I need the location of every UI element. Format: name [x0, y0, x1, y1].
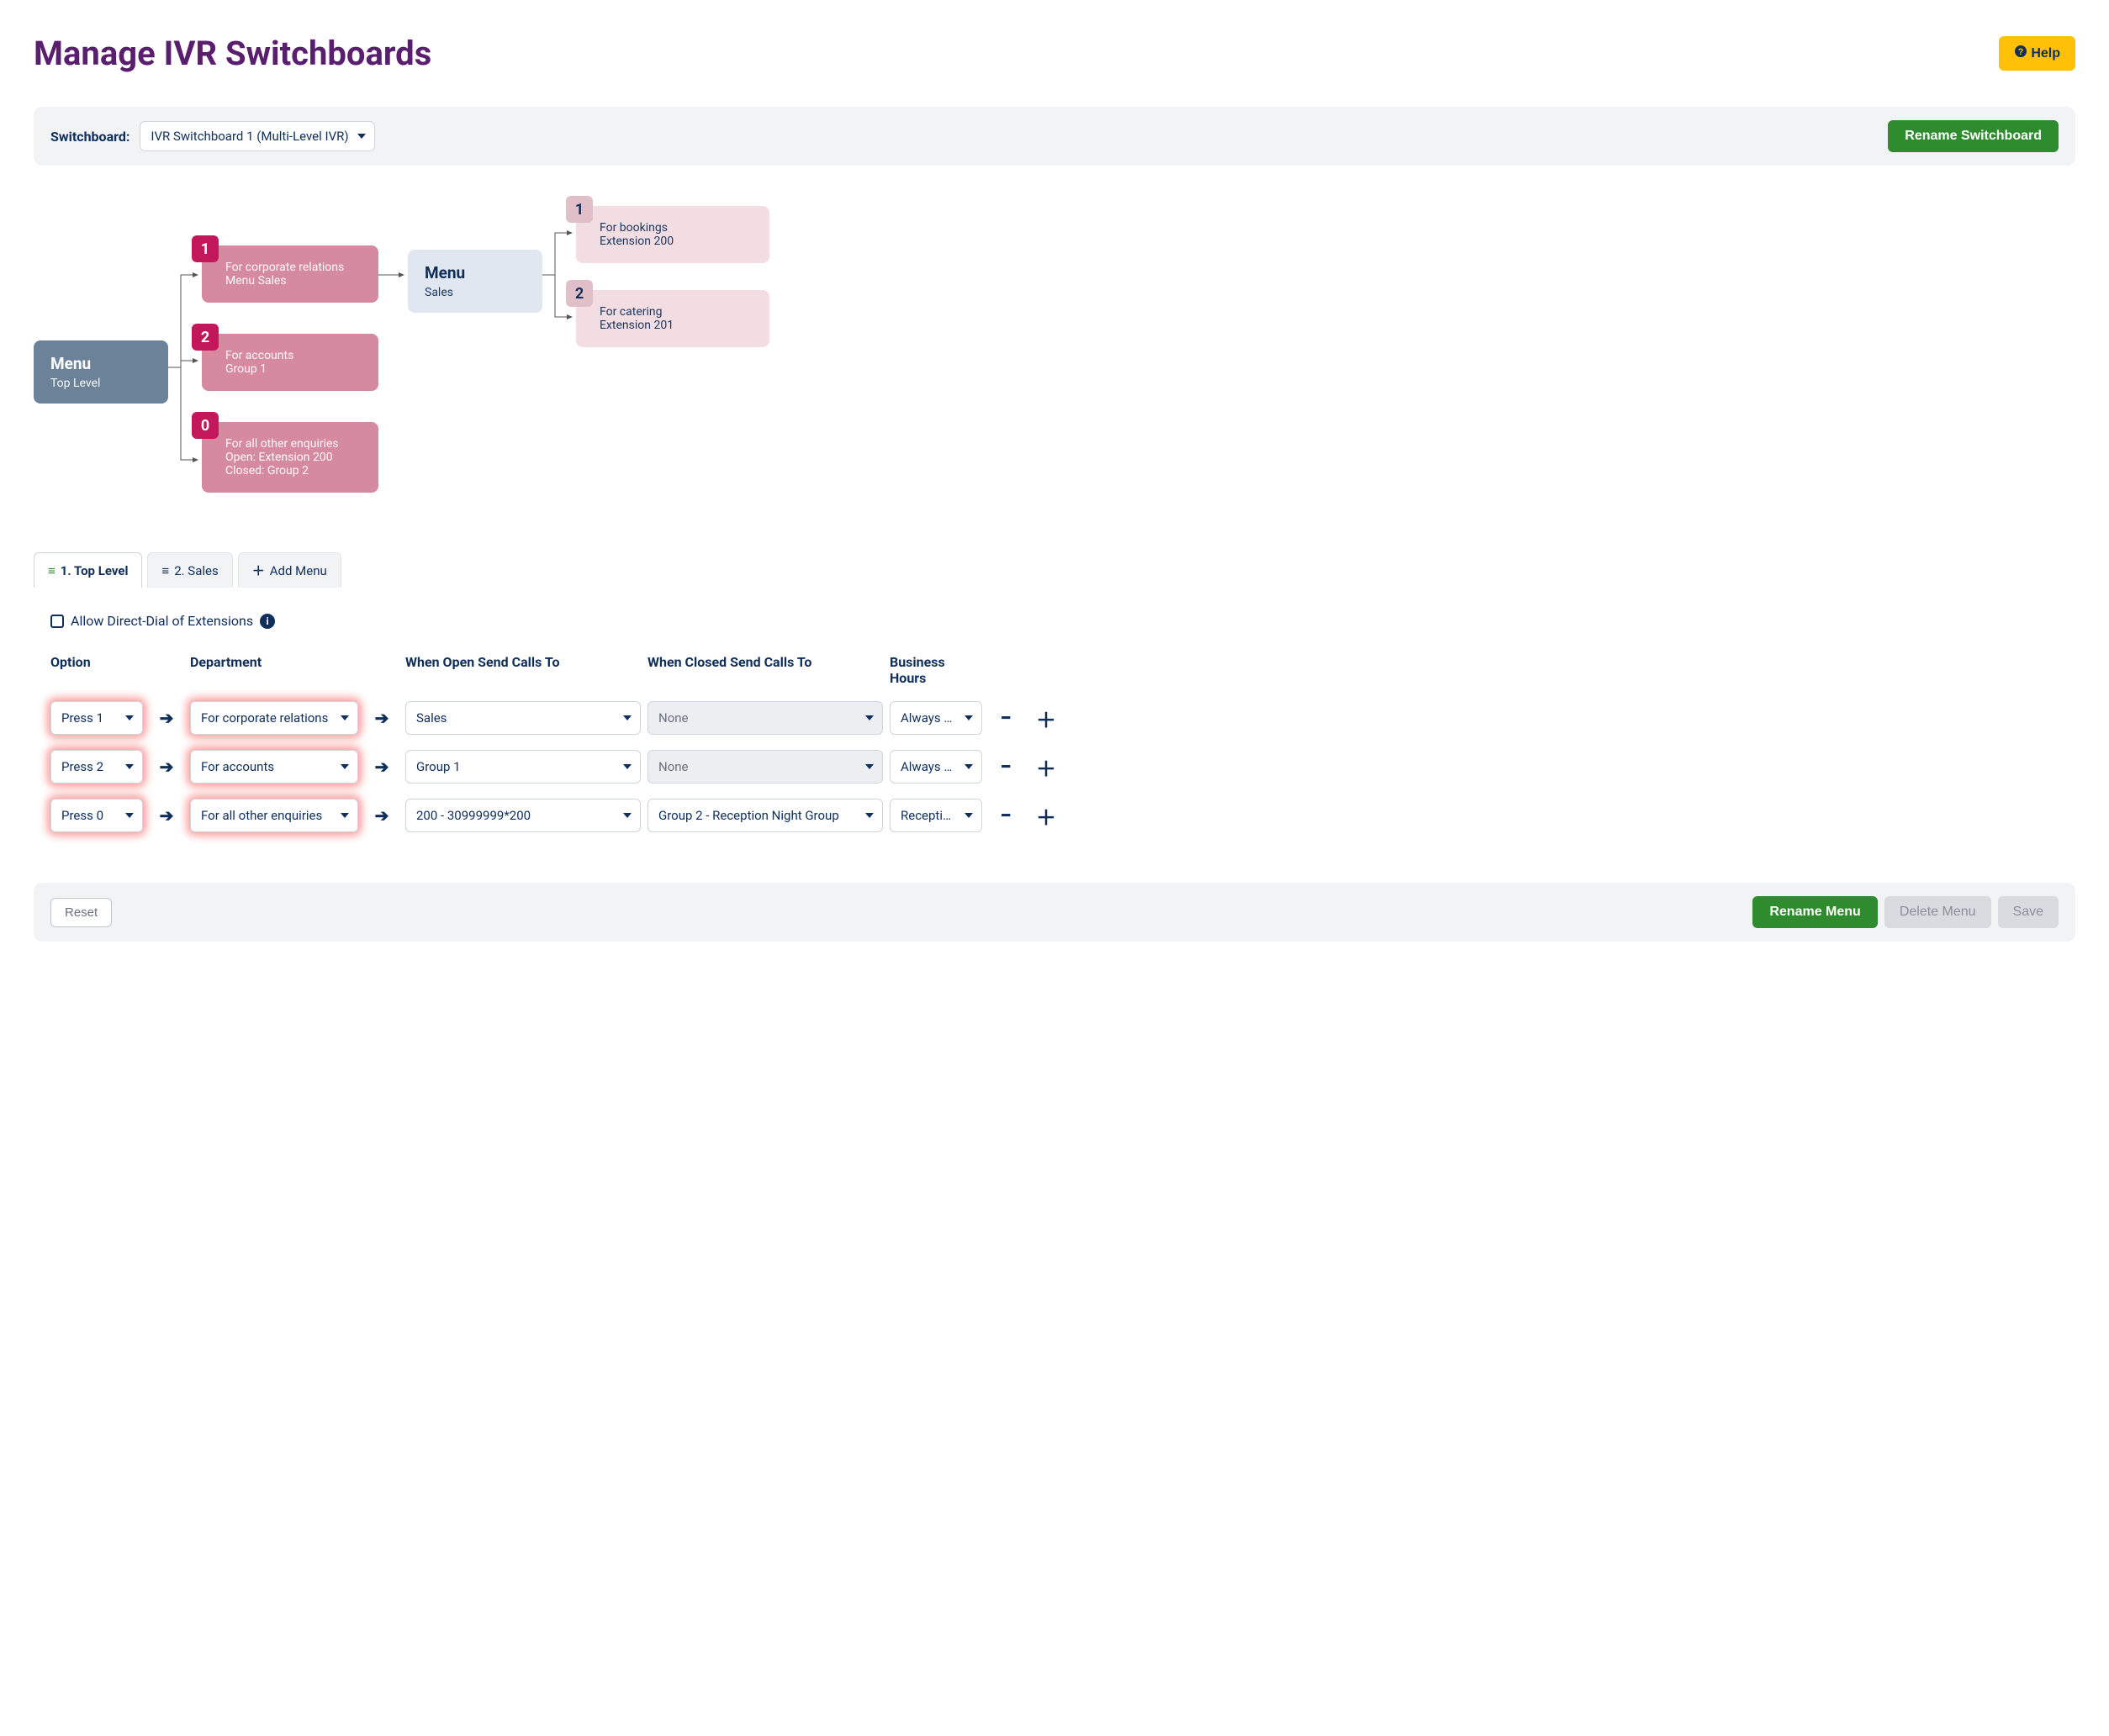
department-input[interactable]: For accounts [190, 750, 358, 784]
node-option-0[interactable]: 0 For all other enquiries Open: Extensio… [202, 422, 378, 493]
col-option: Option [50, 654, 143, 686]
arrow-icon: ➔ [365, 708, 399, 728]
tab-label: 1. Top Level [61, 563, 129, 578]
node-badge: 0 [192, 412, 219, 439]
department-input[interactable]: For corporate relations [190, 701, 358, 735]
option-select[interactable]: Press 1 [50, 701, 143, 735]
node-sales-option-2[interactable]: 2 For catering Extension 201 [576, 290, 769, 347]
remove-row-button[interactable]: − [989, 706, 1023, 730]
node-line1: For all other enquiries [225, 437, 362, 451]
svg-text:?: ? [2018, 47, 2024, 57]
node-line2: Extension 201 [600, 319, 753, 332]
node-title: Menu [425, 263, 526, 282]
switchboard-bar: Switchboard: IVR Switchboard 1 (Multi-Le… [34, 107, 2075, 166]
help-icon: ? [2014, 45, 2027, 62]
node-root-menu[interactable]: Menu Top Level [34, 340, 168, 404]
node-line2: Extension 200 [600, 235, 753, 248]
when-closed-select[interactable]: None [648, 750, 883, 784]
footer-bar: Reset Rename Menu Delete Menu Save [34, 883, 2075, 942]
node-title: Menu [50, 354, 151, 373]
plus-icon: ＋ [252, 562, 265, 579]
tab-label: 2. Sales [174, 563, 219, 578]
col-business-hours: Business Hours [890, 654, 982, 686]
node-line1: For accounts [225, 349, 362, 362]
direct-dial-label: Allow Direct-Dial of Extensions [71, 613, 253, 629]
help-label: Help [2031, 46, 2060, 61]
form-area: Allow Direct-Dial of Extensions i Option… [34, 613, 2075, 832]
business-hours-select[interactable]: Always Open [890, 701, 982, 735]
tab-sales[interactable]: ≡ 2. Sales [147, 552, 232, 588]
node-menu-sales[interactable]: Menu Sales [408, 250, 542, 313]
col-when-closed: When Closed Send Calls To [648, 654, 883, 686]
node-line2: Open: Extension 200 [225, 451, 362, 464]
when-open-select[interactable]: 200 - 30999999*200 [405, 799, 641, 832]
col-department: Department [190, 654, 358, 686]
delete-menu-button[interactable]: Delete Menu [1884, 896, 1991, 928]
node-line2: Menu Sales [225, 274, 362, 288]
node-line3: Closed: Group 2 [225, 464, 362, 478]
add-row-button[interactable]: ＋ [1029, 704, 1063, 733]
info-icon[interactable]: i [260, 614, 275, 629]
node-badge: 1 [192, 235, 219, 262]
when-open-select[interactable]: Group 1 [405, 750, 641, 784]
node-badge: 1 [566, 196, 593, 223]
node-line1: For bookings [600, 221, 753, 235]
node-option-1[interactable]: 1 For corporate relations Menu Sales [202, 245, 378, 303]
node-badge: 2 [192, 324, 219, 351]
add-row-button[interactable]: ＋ [1029, 801, 1063, 831]
page-title: Manage IVR Switchboards [34, 34, 431, 73]
remove-row-button[interactable]: − [989, 804, 1023, 827]
when-closed-select[interactable]: None [648, 701, 883, 735]
option-row: Press 2 ➔ For accounts ➔ Group 1 None Al… [50, 750, 2059, 784]
node-sub: Top Level [50, 377, 151, 390]
help-button[interactable]: ? Help [1999, 36, 2075, 71]
arrow-icon: ➔ [150, 757, 183, 777]
add-row-button[interactable]: ＋ [1029, 752, 1063, 782]
node-sub: Sales [425, 286, 526, 299]
department-input[interactable]: For all other enquiries [190, 799, 358, 832]
rename-switchboard-button[interactable]: Rename Switchboard [1888, 120, 2059, 152]
switchboard-select[interactable]: IVR Switchboard 1 (Multi-Level IVR) [140, 121, 375, 151]
arrow-icon: ➔ [150, 805, 183, 826]
node-option-2[interactable]: 2 For accounts Group 1 [202, 334, 378, 391]
arrow-icon: ➔ [150, 708, 183, 728]
reset-button[interactable]: Reset [50, 898, 112, 927]
menu-icon: ≡ [161, 563, 169, 578]
node-line2: Group 1 [225, 362, 362, 376]
save-button[interactable]: Save [1998, 896, 2059, 928]
node-line1: For catering [600, 305, 753, 319]
business-hours-select[interactable]: Reception [890, 799, 982, 832]
switchboard-label: Switchboard: [50, 129, 130, 145]
business-hours-select[interactable]: Always Open [890, 750, 982, 784]
col-when-open: When Open Send Calls To [405, 654, 641, 686]
tab-top-level[interactable]: ≡ 1. Top Level [34, 552, 142, 588]
direct-dial-checkbox[interactable] [50, 615, 64, 628]
ivr-diagram: Menu Top Level 1 For corporate relations… [34, 199, 2075, 519]
arrow-icon: ➔ [365, 757, 399, 777]
option-select[interactable]: Press 0 [50, 799, 143, 832]
option-row: Press 0 ➔ For all other enquiries ➔ 200 … [50, 799, 2059, 832]
tab-add-menu[interactable]: ＋ Add Menu [238, 552, 341, 588]
menu-icon: ≡ [48, 563, 56, 578]
remove-row-button[interactable]: − [989, 755, 1023, 778]
when-closed-select[interactable]: Group 2 - Reception Night Group [648, 799, 883, 832]
option-select[interactable]: Press 2 [50, 750, 143, 784]
option-row: Press 1 ➔ For corporate relations ➔ Sale… [50, 701, 2059, 735]
arrow-icon: ➔ [365, 805, 399, 826]
tabs: ≡ 1. Top Level ≡ 2. Sales ＋ Add Menu [34, 552, 2075, 588]
node-sales-option-1[interactable]: 1 For bookings Extension 200 [576, 206, 769, 263]
when-open-select[interactable]: Sales [405, 701, 641, 735]
tab-label: Add Menu [270, 563, 327, 578]
rename-menu-button[interactable]: Rename Menu [1752, 896, 1877, 928]
node-badge: 2 [566, 280, 593, 307]
node-line1: For corporate relations [225, 261, 362, 274]
